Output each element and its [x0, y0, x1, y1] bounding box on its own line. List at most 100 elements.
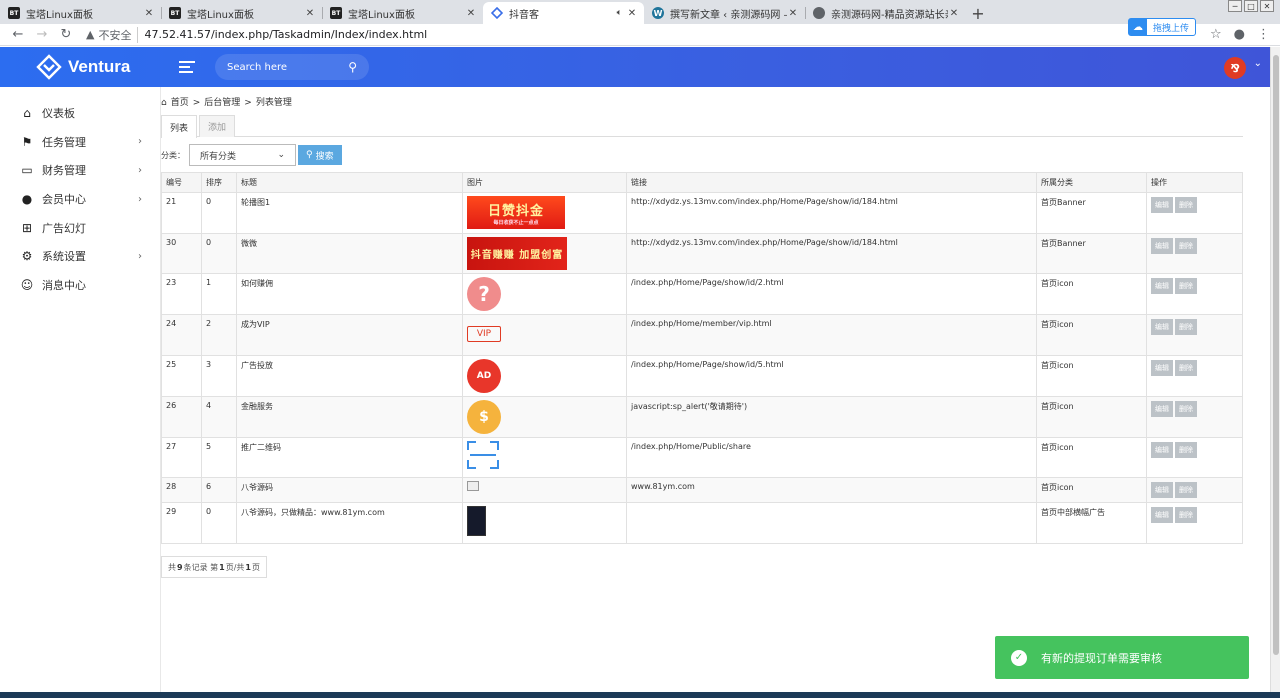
edit-button[interactable]: 编辑: [1151, 197, 1173, 213]
cell-image: [462, 502, 627, 544]
search-icon[interactable]: ⚲: [348, 60, 357, 74]
edit-button[interactable]: 编辑: [1151, 359, 1173, 376]
notification-toast[interactable]: ✓ 有新的提现订单需要审核: [995, 636, 1249, 679]
close-icon[interactable]: ✕: [143, 8, 155, 19]
col-actions: 操作: [1146, 172, 1243, 193]
forward-icon[interactable]: →: [32, 27, 52, 42]
cell-title: 推广二维码: [236, 436, 463, 479]
brand[interactable]: Ventura: [0, 54, 161, 80]
sidebar-item-2[interactable]: ⚑ 任务管理 ›: [0, 128, 160, 157]
table-row: 29 0 八爷源码，只做精品：www.81ym.com 首页中部横幅广告 编辑 删除: [161, 502, 1243, 544]
bookmark-star-icon[interactable]: ☆: [1210, 27, 1222, 42]
cell-actions: 编辑 删除: [1146, 314, 1243, 356]
reload-icon[interactable]: ↻: [56, 27, 76, 42]
edit-button[interactable]: 编辑: [1151, 319, 1173, 336]
search-button[interactable]: ⚲ 搜索: [298, 145, 342, 165]
edit-button[interactable]: 编辑: [1151, 507, 1173, 524]
delete-button[interactable]: 删除: [1175, 319, 1197, 336]
row-actions: 编辑 删除: [1151, 278, 1238, 295]
cell-image: AD: [462, 354, 627, 397]
category-select[interactable]: 所有分类 ⌄: [189, 144, 296, 166]
close-window-button[interactable]: ✕: [1260, 0, 1274, 12]
browser-tab[interactable]: W 撰写新文章 ‹ 亲测源码网 — Wo✕: [644, 2, 805, 24]
sidebar-item-7[interactable]: ☺ 消息中心: [0, 271, 160, 300]
minimize-button[interactable]: ─: [1228, 0, 1242, 12]
edit-button[interactable]: 编辑: [1151, 278, 1173, 295]
breadcrumb-sep: >: [244, 98, 252, 108]
scrollbar-thumb[interactable]: [1273, 55, 1279, 655]
sidebar-item-label: 广告幻灯: [42, 221, 86, 235]
delete-button[interactable]: 删除: [1175, 482, 1197, 499]
close-icon[interactable]: ✕: [948, 8, 960, 19]
close-icon[interactable]: ✕: [787, 8, 799, 19]
new-tab-button[interactable]: +: [966, 2, 990, 24]
delete-button[interactable]: 删除: [1175, 359, 1197, 376]
chevron-right-icon: ›: [138, 136, 142, 148]
edit-button[interactable]: 编辑: [1151, 441, 1173, 458]
cell-id: 24: [161, 314, 202, 356]
browser-tab[interactable]: 亲测源码网-精品资源站长亲测✕: [805, 2, 966, 24]
pager-page: 1: [219, 562, 225, 572]
cell-category: 首页icon: [1036, 395, 1147, 438]
browser-tab[interactable]: 抖音客 🔈︎ ✕: [483, 2, 644, 24]
close-icon[interactable]: ✕: [626, 8, 638, 19]
delete-button[interactable]: 删除: [1175, 400, 1197, 417]
sidebar-item-label: 消息中心: [42, 278, 86, 292]
browser-tab-label: 宝塔Linux面板: [26, 9, 93, 21]
delete-button[interactable]: 删除: [1175, 237, 1197, 254]
sidebar-menu: ⌂ 仪表板 ⚑ 任务管理 › ▭ 财务管理 › ● 会员中心 › ⊞ 广告幻灯 ⚙ 系统设置 › ☺ 消息中心: [0, 99, 160, 299]
pager-pages: 1: [245, 562, 251, 572]
sidebar-item-1[interactable]: ⌂ 仪表板: [0, 99, 160, 128]
user-icon: ●: [21, 192, 33, 207]
speaker-icon[interactable]: 🔈︎: [617, 8, 622, 18]
menu-kebab-icon[interactable]: ⋮: [1257, 27, 1270, 42]
sidebar-item-5[interactable]: ⊞ 广告幻灯: [0, 213, 160, 242]
insecure-label[interactable]: 不安全: [98, 26, 139, 43]
chevron-down-icon[interactable]: ⌄: [1254, 58, 1262, 69]
edit-button[interactable]: 编辑: [1151, 237, 1173, 254]
breadcrumb-home[interactable]: 首页: [171, 98, 189, 108]
page-scrollbar[interactable]: [1270, 47, 1280, 692]
upload-widget[interactable]: ☁ 拖拽上传: [1127, 18, 1196, 36]
avatar[interactable]: ⅋: [1224, 57, 1246, 79]
gear-icon: ⚙: [21, 249, 33, 264]
cell-link: /index.php/Home/member/vip.html: [626, 314, 1037, 356]
col-title: 标题: [236, 172, 463, 193]
edit-button[interactable]: 编辑: [1151, 400, 1173, 417]
category-selected: 所有分类: [200, 151, 237, 162]
cell-link: [626, 502, 1037, 544]
warning-icon[interactable]: ▲: [86, 28, 94, 41]
table-row: 26 4 金融服务 $ javascript:sp_alert('敬请期待') 首页ico…: [161, 395, 1243, 438]
delete-button[interactable]: 删除: [1175, 441, 1197, 458]
cell-image: VIP: [462, 314, 627, 356]
chat-icon: ☺: [20, 277, 34, 292]
edit-button[interactable]: 编辑: [1151, 482, 1173, 499]
money-bag-icon: $: [467, 399, 501, 434]
main-content: ⌂ 首页 > 后台管理 > 列表管理 列表 添加 分类： 所有分类 ⌄ ⚲ 搜索 编号 排…: [161, 87, 1270, 692]
close-icon[interactable]: ✕: [465, 8, 477, 19]
cell-id: 30: [161, 232, 202, 275]
profile-icon[interactable]: ●: [1234, 27, 1245, 42]
sidebar-item-3[interactable]: ▭ 财务管理 ›: [0, 156, 160, 185]
cell-category: 首页icon: [1036, 273, 1147, 316]
search-placeholder: Search here: [227, 61, 288, 73]
back-icon[interactable]: ←: [8, 27, 28, 42]
search-input[interactable]: Search here ⚲: [215, 54, 369, 80]
sidebar-item-6[interactable]: ⚙ 系统设置 ›: [0, 242, 160, 271]
cell-link: /index.php/Home/Public/share: [626, 436, 1037, 479]
breadcrumb-level1[interactable]: 后台管理: [204, 98, 240, 108]
close-icon[interactable]: ✕: [304, 8, 316, 19]
browser-tab[interactable]: BT 宝塔Linux面板 ✕: [161, 2, 322, 24]
maximize-button[interactable]: □: [1244, 0, 1258, 12]
browser-tab[interactable]: BT 宝塔Linux面板 ✕: [0, 2, 161, 24]
tab-add[interactable]: 添加: [199, 115, 236, 137]
url-field[interactable]: 47.52.41.57/index.php/Taskadmin/Index/in…: [144, 28, 427, 41]
content-tabs: 列表 添加: [161, 115, 1243, 138]
menu-toggle-icon[interactable]: [179, 61, 195, 73]
browser-tab[interactable]: BT 宝塔Linux面板 ✕: [322, 2, 483, 24]
delete-button[interactable]: 删除: [1175, 197, 1197, 213]
delete-button[interactable]: 删除: [1175, 507, 1197, 524]
sidebar-item-4[interactable]: ● 会员中心 ›: [0, 185, 160, 214]
tab-list[interactable]: 列表: [161, 115, 198, 138]
delete-button[interactable]: 删除: [1175, 278, 1197, 295]
